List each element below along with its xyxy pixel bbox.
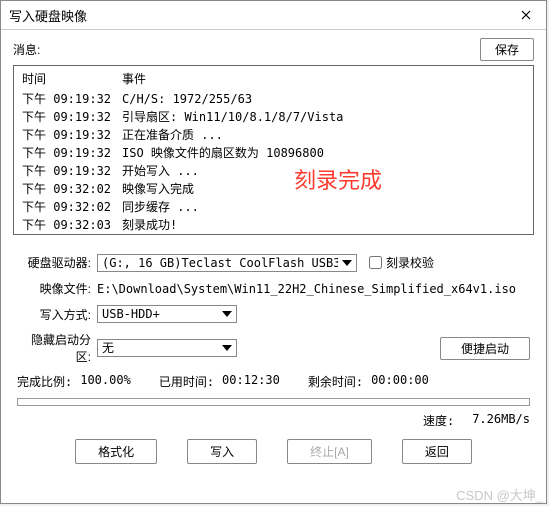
remaining-label: 剩余时间:: [308, 373, 371, 390]
speed-value: 7.26MB/s: [472, 412, 530, 429]
log-time: 下午 09:19:32: [22, 126, 122, 144]
log-time: 下午 09:32:03: [22, 216, 122, 234]
log-time: 下午 09:19:32: [22, 90, 122, 108]
portable-boot-button[interactable]: 便捷启动: [440, 337, 530, 360]
verify-checkbox[interactable]: [369, 256, 382, 269]
mode-select[interactable]: USB-HDD+: [97, 305, 237, 323]
log-row[interactable]: 下午 09:32:02映像写入完成: [22, 180, 525, 198]
save-button[interactable]: 保存: [480, 38, 534, 61]
status-overlay: 刻录完成: [294, 164, 382, 197]
log-time: 下午 09:32:02: [22, 198, 122, 216]
log-event: 正在准备介质 ...: [122, 126, 525, 144]
speed-row: 速度: 7.26MB/s: [17, 412, 530, 429]
action-row: 格式化 写入 终止[A] 返回: [17, 439, 530, 464]
close-button[interactable]: [512, 5, 540, 25]
log-box[interactable]: 时间 事件 下午 09:19:32C/H/S: 1972/255/63下午 09…: [13, 65, 534, 235]
log-event: C/H/S: 1972/255/63: [122, 90, 525, 108]
mode-row: 写入方式: USB-HDD+: [17, 305, 530, 323]
log-time: 下午 09:19:32: [22, 108, 122, 126]
log-rows: 下午 09:19:32C/H/S: 1972/255/63下午 09:19:32…: [22, 90, 525, 234]
log-row[interactable]: 下午 09:19:32C/H/S: 1972/255/63: [22, 90, 525, 108]
window-title: 写入硬盘映像: [9, 6, 87, 25]
log-header: 时间 事件: [22, 70, 525, 88]
log-event: 刻录成功!: [122, 216, 525, 234]
form-area: 硬盘驱动器: (G:, 16 GB)Teclast CoolFlash USB3…: [13, 253, 534, 464]
log-header-event: 事件: [122, 70, 525, 88]
log-time: 下午 09:32:02: [22, 180, 122, 198]
message-row: 消息: 保存: [13, 38, 534, 61]
drive-select[interactable]: (G:, 16 GB)Teclast CoolFlash USB3.01100: [97, 254, 357, 272]
drive-label: 硬盘驱动器:: [17, 254, 97, 271]
speed-label: 速度:: [423, 412, 454, 429]
log-row[interactable]: 下午 09:19:32正在准备介质 ...: [22, 126, 525, 144]
elapsed-value: 00:12:30: [222, 373, 308, 390]
verify-checkbox-wrap[interactable]: 刻录校验: [365, 253, 434, 272]
log-time: 下午 09:19:32: [22, 144, 122, 162]
log-event: 引导扇区: Win11/10/8.1/8/7/Vista: [122, 108, 525, 126]
image-label: 映像文件:: [17, 280, 97, 297]
dialog-window: 写入硬盘映像 消息: 保存 时间 事件 下午 09:19:32C/H/S: 19…: [0, 0, 547, 504]
hidden-label: 隐藏启动分区:: [17, 331, 97, 365]
write-button[interactable]: 写入: [187, 439, 257, 464]
hidden-row: 隐藏启动分区: 无 便捷启动: [17, 331, 530, 365]
format-button[interactable]: 格式化: [75, 439, 157, 464]
mode-label: 写入方式:: [17, 306, 97, 323]
log-event: ISO 映像文件的扇区数为 10896800: [122, 144, 525, 162]
close-icon: [521, 10, 531, 20]
remaining-value: 00:00:00: [371, 373, 429, 390]
log-header-time: 时间: [22, 70, 122, 88]
percent-label: 完成比例:: [17, 373, 80, 390]
log-event: 同步缓存 ...: [122, 198, 525, 216]
log-row[interactable]: 下午 09:19:32引导扇区: Win11/10/8.1/8/7/Vista: [22, 108, 525, 126]
titlebar: 写入硬盘映像: [1, 1, 546, 30]
elapsed-label: 已用时间:: [159, 373, 222, 390]
percent-value: 100.00%: [80, 373, 159, 390]
image-path: E:\Download\System\Win11_22H2_Chinese_Si…: [97, 282, 516, 296]
stats-row: 完成比例: 100.00% 已用时间: 00:12:30 剩余时间: 00:00…: [17, 373, 530, 390]
progress-fill: [18, 399, 529, 405]
log-row[interactable]: 下午 09:32:03刻录成功!: [22, 216, 525, 234]
log-row[interactable]: 下午 09:19:32开始写入 ...: [22, 162, 525, 180]
image-row: 映像文件: E:\Download\System\Win11_22H2_Chin…: [17, 280, 530, 297]
drive-row: 硬盘驱动器: (G:, 16 GB)Teclast CoolFlash USB3…: [17, 253, 530, 272]
log-time: 下午 09:19:32: [22, 162, 122, 180]
message-label: 消息:: [13, 41, 40, 58]
abort-button: 终止[A]: [287, 439, 372, 464]
log-row[interactable]: 下午 09:32:02同步缓存 ...: [22, 198, 525, 216]
hidden-select[interactable]: 无: [97, 339, 237, 357]
return-button[interactable]: 返回: [402, 439, 472, 464]
log-row[interactable]: 下午 09:19:32ISO 映像文件的扇区数为 10896800: [22, 144, 525, 162]
progress-bar: [17, 398, 530, 406]
content-area: 消息: 保存 时间 事件 下午 09:19:32C/H/S: 1972/255/…: [1, 30, 546, 503]
verify-label: 刻录校验: [386, 254, 434, 271]
